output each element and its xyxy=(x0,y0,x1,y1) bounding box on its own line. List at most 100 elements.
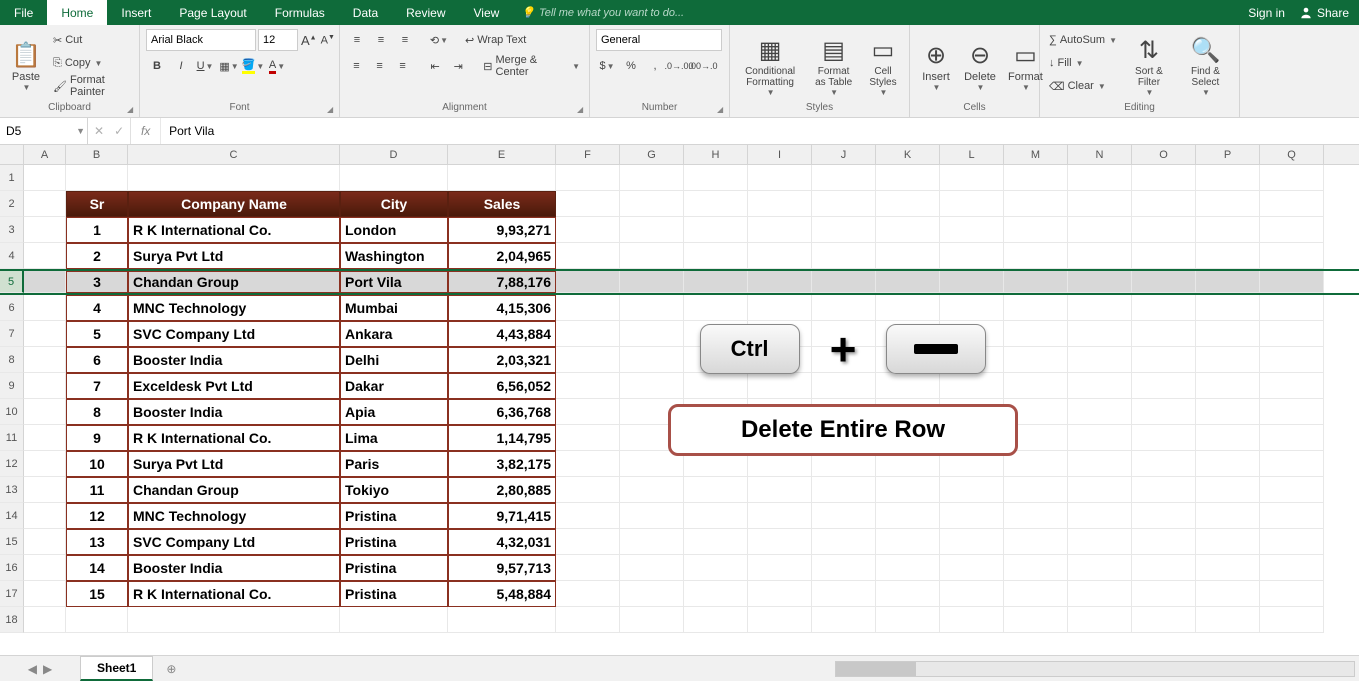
tab-page-layout[interactable]: Page Layout xyxy=(165,0,260,25)
row-header[interactable]: 4 xyxy=(0,243,24,269)
fill-button[interactable]: ↓Fill▼ xyxy=(1046,52,1120,74)
cell[interactable] xyxy=(556,321,620,347)
cell[interactable] xyxy=(556,555,620,581)
cell[interactable] xyxy=(24,271,66,293)
copy-button[interactable]: ⎘Copy▼ xyxy=(50,52,133,74)
cell[interactable] xyxy=(1004,581,1068,607)
cell[interactable] xyxy=(1196,165,1260,191)
cell[interactable] xyxy=(1004,165,1068,191)
cell[interactable]: Pristina xyxy=(340,503,448,529)
cell[interactable] xyxy=(1068,399,1132,425)
cell[interactable] xyxy=(1132,243,1196,269)
cell[interactable] xyxy=(684,165,748,191)
cell[interactable] xyxy=(876,271,940,293)
cell[interactable] xyxy=(1004,477,1068,503)
formula-input[interactable]: Port Vila xyxy=(161,118,1359,144)
cell[interactable] xyxy=(1132,607,1196,633)
cell[interactable] xyxy=(24,399,66,425)
cell[interactable]: 15 xyxy=(66,581,128,607)
cell[interactable]: 9 xyxy=(66,425,128,451)
cell[interactable] xyxy=(556,243,620,269)
grid-row[interactable]: 42Surya Pvt LtdWashington2,04,965 xyxy=(0,243,1359,269)
cell[interactable] xyxy=(1068,165,1132,191)
cell[interactable] xyxy=(1260,399,1324,425)
align-middle-button[interactable]: ≡ xyxy=(370,29,392,51)
cell[interactable] xyxy=(1068,243,1132,269)
cell[interactable]: R K International Co. xyxy=(128,425,340,451)
align-left-button[interactable]: ≡ xyxy=(346,55,367,77)
cell[interactable]: Pristina xyxy=(340,529,448,555)
row-header[interactable]: 10 xyxy=(0,399,24,425)
cell[interactable] xyxy=(684,581,748,607)
cell[interactable] xyxy=(1068,451,1132,477)
cell[interactable]: SVC Company Ltd xyxy=(128,321,340,347)
row-header[interactable]: 2 xyxy=(0,191,24,217)
cell[interactable] xyxy=(1196,581,1260,607)
cell[interactable]: 12 xyxy=(66,503,128,529)
cell[interactable] xyxy=(620,581,684,607)
row-header[interactable]: 6 xyxy=(0,295,24,321)
cancel-formula-icon[interactable]: ✕ xyxy=(94,124,104,138)
align-center-button[interactable]: ≡ xyxy=(369,55,390,77)
cell[interactable] xyxy=(1132,191,1196,217)
cell[interactable] xyxy=(940,271,1004,293)
tab-formulas[interactable]: Formulas xyxy=(261,0,339,25)
col-header[interactable]: P xyxy=(1196,145,1260,164)
row-header[interactable]: 18 xyxy=(0,607,24,633)
cell-styles-button[interactable]: ▭ Cell Styles▼ xyxy=(863,29,903,102)
cell[interactable] xyxy=(1260,555,1324,581)
cell[interactable] xyxy=(940,503,1004,529)
sheet-tab[interactable]: Sheet1 xyxy=(80,656,153,681)
cell[interactable] xyxy=(748,555,812,581)
cell[interactable] xyxy=(748,165,812,191)
cell[interactable]: City xyxy=(340,191,448,217)
align-right-button[interactable]: ≡ xyxy=(392,55,413,77)
cell[interactable] xyxy=(1196,295,1260,321)
wrap-text-button[interactable]: ↩Wrap Text xyxy=(462,29,529,51)
cell[interactable] xyxy=(620,271,684,293)
accounting-format-button[interactable]: $▼ xyxy=(596,55,618,77)
cell[interactable] xyxy=(1068,425,1132,451)
cell[interactable] xyxy=(1260,165,1324,191)
cell[interactable] xyxy=(940,295,1004,321)
cell[interactable] xyxy=(556,607,620,633)
cell[interactable] xyxy=(1196,529,1260,555)
cell[interactable] xyxy=(1068,373,1132,399)
cell[interactable] xyxy=(128,607,340,633)
cell[interactable] xyxy=(940,217,1004,243)
cell[interactable] xyxy=(24,451,66,477)
cell[interactable] xyxy=(1004,243,1068,269)
cell[interactable]: 6,36,768 xyxy=(448,399,556,425)
grid-row[interactable]: 53Chandan GroupPort Vila7,88,176 xyxy=(0,269,1359,295)
cell[interactable] xyxy=(24,503,66,529)
cell[interactable] xyxy=(684,503,748,529)
cell[interactable]: 9,57,713 xyxy=(448,555,556,581)
cell[interactable]: 9,71,415 xyxy=(448,503,556,529)
format-as-table-button[interactable]: ▤ Format as Table▼ xyxy=(808,29,859,102)
cell[interactable] xyxy=(1004,607,1068,633)
cell[interactable] xyxy=(876,477,940,503)
cell[interactable] xyxy=(940,555,1004,581)
cell[interactable] xyxy=(1068,581,1132,607)
col-header[interactable]: E xyxy=(448,145,556,164)
font-size-combo[interactable] xyxy=(258,29,298,51)
dialog-launcher-icon[interactable]: ◢ xyxy=(577,105,587,115)
cell[interactable] xyxy=(620,191,684,217)
cell[interactable]: 4,15,306 xyxy=(448,295,556,321)
cell[interactable] xyxy=(556,529,620,555)
cell[interactable] xyxy=(1196,347,1260,373)
cell[interactable] xyxy=(748,581,812,607)
cell[interactable] xyxy=(812,165,876,191)
cell[interactable] xyxy=(1260,607,1324,633)
cell[interactable] xyxy=(1004,295,1068,321)
cell[interactable] xyxy=(620,555,684,581)
cell[interactable]: MNC Technology xyxy=(128,503,340,529)
cell[interactable] xyxy=(620,165,684,191)
insert-cells-button[interactable]: ⊕ Insert▼ xyxy=(916,29,956,102)
prev-sheet-icon[interactable]: ◀ xyxy=(28,662,37,676)
cell[interactable] xyxy=(1196,321,1260,347)
cell[interactable] xyxy=(620,607,684,633)
cell[interactable]: MNC Technology xyxy=(128,295,340,321)
tell-me-search[interactable]: 💡 Tell me what you want to do... xyxy=(521,6,684,19)
cell[interactable]: 2,80,885 xyxy=(448,477,556,503)
